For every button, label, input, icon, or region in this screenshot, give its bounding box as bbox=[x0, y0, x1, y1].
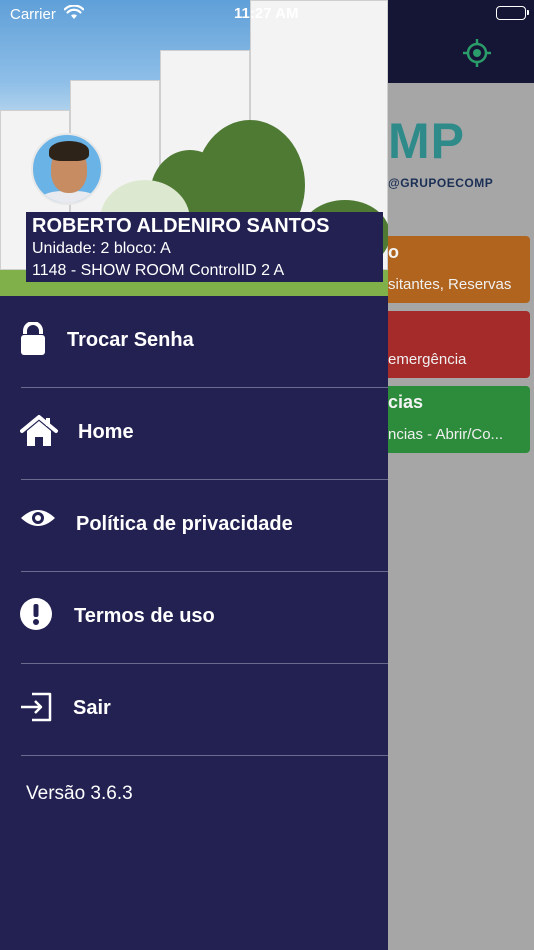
location-target-icon[interactable] bbox=[462, 38, 492, 68]
feature-card-emergency[interactable]: emergência bbox=[388, 311, 530, 378]
user-info-box: ROBERTO ALDENIRO SANTOS Unidade: 2 bloco… bbox=[26, 212, 383, 282]
avatar[interactable] bbox=[31, 133, 103, 205]
menu-item-label: Trocar Senha bbox=[67, 329, 194, 351]
exclamation-circle-icon bbox=[20, 598, 60, 638]
menu-item-label: Termos de uso bbox=[74, 605, 215, 627]
wifi-icon bbox=[63, 4, 85, 26]
menu-item-label: Política de privacidade bbox=[76, 513, 293, 535]
menu-item-label: Home bbox=[78, 421, 134, 443]
navigation-drawer: ROBERTO ALDENIRO SANTOS Unidade: 2 bloco… bbox=[0, 0, 388, 950]
user-name: ROBERTO ALDENIRO SANTOS bbox=[32, 215, 330, 237]
drawer-menu: Trocar Senha Home Política de privacidad… bbox=[0, 296, 388, 756]
feature-card-title: o bbox=[388, 242, 399, 262]
home-icon bbox=[20, 414, 60, 454]
status-bar: Carrier 11:27 AM bbox=[0, 0, 534, 30]
brand-logo-text: MP bbox=[388, 113, 465, 169]
feature-card-occurrences[interactable]: cias ncias - Abrir/Co... bbox=[388, 386, 530, 453]
lock-icon bbox=[20, 321, 60, 362]
feature-card-subtitle: sitantes, Reservas bbox=[388, 276, 512, 293]
feature-card-visitors[interactable]: o sitantes, Reservas bbox=[388, 236, 530, 303]
brand-email-text: @GRUPOECOMP bbox=[388, 176, 494, 190]
feature-card-title: cias bbox=[388, 392, 424, 412]
feature-card-subtitle: ncias - Abrir/Co... bbox=[388, 426, 504, 443]
battery-icon bbox=[496, 6, 529, 20]
user-site: 1148 - SHOW ROOM ControlID 2 A bbox=[32, 262, 285, 279]
carrier-label: Carrier bbox=[10, 6, 56, 23]
menu-item-sign-out[interactable]: Sair bbox=[0, 664, 388, 756]
feature-card-subtitle: emergência bbox=[388, 351, 467, 368]
menu-item-terms-of-use[interactable]: Termos de uso bbox=[0, 572, 388, 664]
sign-out-icon bbox=[20, 690, 60, 730]
user-unit: Unidade: 2 bloco: A bbox=[32, 240, 171, 257]
menu-item-privacy-policy[interactable]: Política de privacidade bbox=[0, 480, 388, 572]
menu-item-label: Sair bbox=[73, 697, 111, 719]
menu-item-home[interactable]: Home bbox=[0, 388, 388, 480]
menu-item-change-password[interactable]: Trocar Senha bbox=[0, 296, 388, 388]
app-version: Versão 3.6.3 bbox=[26, 783, 133, 804]
menu-divider bbox=[21, 755, 388, 756]
clock-label: 11:27 AM bbox=[234, 5, 299, 22]
eye-icon bbox=[20, 506, 60, 546]
